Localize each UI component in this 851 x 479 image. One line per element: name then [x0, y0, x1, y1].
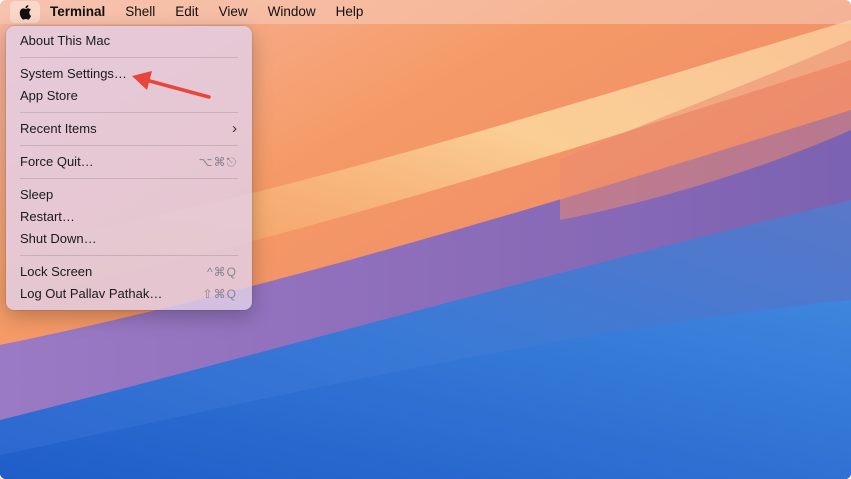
desktop: Terminal Shell Edit View Window Help Abo…: [0, 0, 851, 479]
red-arrow-icon: [132, 71, 211, 99]
annotation-arrow-overlay: [132, 71, 211, 99]
